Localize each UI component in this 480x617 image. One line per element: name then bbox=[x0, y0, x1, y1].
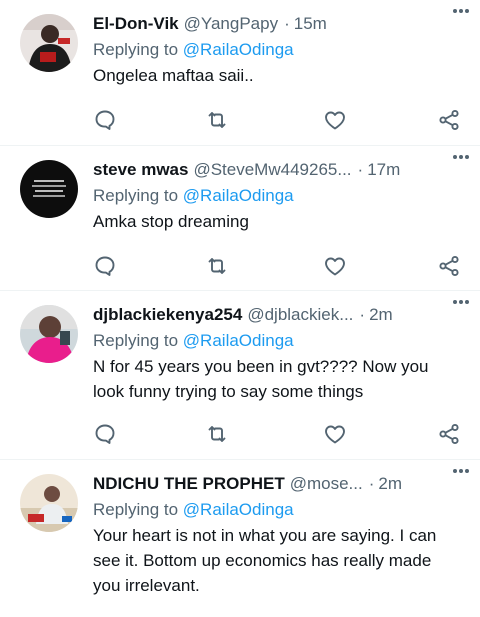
tweet-content: NDICHU THE PROPHET @mose... · 2m Replyin… bbox=[93, 473, 466, 598]
user-handle[interactable]: @djblackiek... bbox=[247, 304, 353, 326]
more-horizontal-icon bbox=[453, 9, 469, 13]
retweet-icon bbox=[208, 112, 226, 128]
timestamp[interactable]: 17m bbox=[367, 159, 400, 181]
reply-tweet[interactable]: steve mwas @SteveMw449265... · 17m Reply… bbox=[0, 146, 480, 291]
tweet-header: steve mwas @SteveMw449265... · 17m bbox=[93, 159, 466, 181]
reply-bubble-icon bbox=[95, 110, 115, 130]
reply-tweet[interactable]: El-Don-Vik @YangPapy · 15m Replying to @… bbox=[0, 0, 480, 146]
mention-link[interactable]: @RailaOdinga bbox=[183, 40, 294, 59]
more-horizontal-icon bbox=[453, 300, 469, 304]
heart-icon bbox=[325, 425, 345, 444]
replying-prefix: Replying to bbox=[93, 500, 179, 519]
reply-button[interactable] bbox=[93, 422, 117, 446]
display-name[interactable]: steve mwas bbox=[93, 159, 188, 181]
replying-prefix: Replying to bbox=[93, 186, 179, 205]
more-options-button[interactable] bbox=[450, 292, 472, 312]
separator-dot: · bbox=[357, 160, 364, 179]
timestamp[interactable]: 15m bbox=[294, 13, 327, 35]
more-horizontal-icon bbox=[453, 469, 469, 473]
replying-to-line: Replying to @RailaOdinga bbox=[93, 39, 466, 61]
tweet-content: djblackiekenya254 @djblackiek... · 2m Re… bbox=[93, 304, 466, 404]
user-handle[interactable]: @YangPapy bbox=[184, 13, 278, 35]
share-button[interactable] bbox=[437, 254, 461, 278]
share-button[interactable] bbox=[437, 422, 461, 446]
display-name[interactable]: NDICHU THE PROPHET bbox=[93, 473, 285, 495]
reply-feed: El-Don-Vik @YangPapy · 15m Replying to @… bbox=[0, 0, 480, 617]
like-button[interactable] bbox=[323, 108, 347, 132]
replying-to-line: Replying to @RailaOdinga bbox=[93, 185, 466, 207]
like-button[interactable] bbox=[323, 254, 347, 278]
like-button[interactable] bbox=[323, 422, 347, 446]
timestamp[interactable]: 2m bbox=[378, 473, 402, 495]
separator-dot: · bbox=[368, 474, 375, 493]
replying-to-line: Replying to @RailaOdinga bbox=[93, 330, 466, 352]
mention-link[interactable]: @RailaOdinga bbox=[183, 500, 294, 519]
avatar[interactable] bbox=[20, 305, 78, 363]
reply-tweet[interactable]: djblackiekenya254 @djblackiek... · 2m Re… bbox=[0, 291, 480, 460]
tweet-text: Amka stop dreaming bbox=[93, 212, 249, 231]
heart-icon bbox=[325, 257, 345, 276]
avatar[interactable] bbox=[20, 160, 78, 218]
retweet-button[interactable] bbox=[205, 254, 229, 278]
display-name[interactable]: El-Don-Vik bbox=[93, 13, 179, 35]
display-name[interactable]: djblackiekenya254 bbox=[93, 304, 242, 326]
replying-to-line: Replying to @RailaOdinga bbox=[93, 499, 466, 521]
heart-icon bbox=[325, 111, 345, 130]
retweet-button[interactable] bbox=[205, 422, 229, 446]
reply-bubble-icon bbox=[95, 256, 115, 276]
reply-button[interactable] bbox=[93, 254, 117, 278]
more-options-button[interactable] bbox=[450, 461, 472, 481]
share-button[interactable] bbox=[437, 108, 461, 132]
mention-link[interactable]: @RailaOdinga bbox=[183, 331, 294, 350]
separator-dot: · bbox=[284, 14, 290, 33]
retweet-icon bbox=[208, 426, 226, 442]
mention-link[interactable]: @RailaOdinga bbox=[183, 186, 294, 205]
tweet-header: NDICHU THE PROPHET @mose... · 2m bbox=[93, 473, 466, 495]
tweet-text: N for 45 years you been in gvt???? Now y… bbox=[93, 357, 429, 401]
replying-prefix: Replying to bbox=[93, 40, 179, 59]
tweet-text: Ongelea maftaa saii.. bbox=[93, 66, 254, 85]
replying-prefix: Replying to bbox=[93, 331, 179, 350]
tweet-content: steve mwas @SteveMw449265... · 17m Reply… bbox=[93, 159, 466, 234]
retweet-button[interactable] bbox=[205, 108, 229, 132]
separator-dot: · bbox=[359, 305, 366, 324]
share-nodes-icon bbox=[439, 109, 459, 131]
timestamp[interactable]: 2m bbox=[369, 304, 393, 326]
user-handle[interactable]: @mose... bbox=[290, 473, 363, 495]
user-handle[interactable]: @SteveMw449265... bbox=[193, 159, 351, 181]
tweet-header: djblackiekenya254 @djblackiek... · 2m bbox=[93, 304, 466, 326]
more-options-button[interactable] bbox=[450, 147, 472, 167]
reply-bubble-icon bbox=[95, 424, 115, 444]
share-nodes-icon bbox=[439, 255, 459, 277]
more-options-button[interactable] bbox=[450, 1, 472, 21]
tweet-header: El-Don-Vik @YangPapy · 15m bbox=[93, 13, 466, 35]
tweet-text: Your heart is not in what you are saying… bbox=[93, 526, 437, 595]
share-nodes-icon bbox=[439, 423, 459, 445]
tweet-content: El-Don-Vik @YangPapy · 15m Replying to @… bbox=[93, 13, 466, 88]
reply-tweet[interactable]: NDICHU THE PROPHET @mose... · 2m Replyin… bbox=[0, 460, 480, 617]
more-horizontal-icon bbox=[453, 155, 469, 159]
avatar[interactable] bbox=[20, 474, 78, 532]
retweet-icon bbox=[208, 258, 226, 274]
reply-button[interactable] bbox=[93, 108, 117, 132]
avatar[interactable] bbox=[20, 14, 78, 72]
